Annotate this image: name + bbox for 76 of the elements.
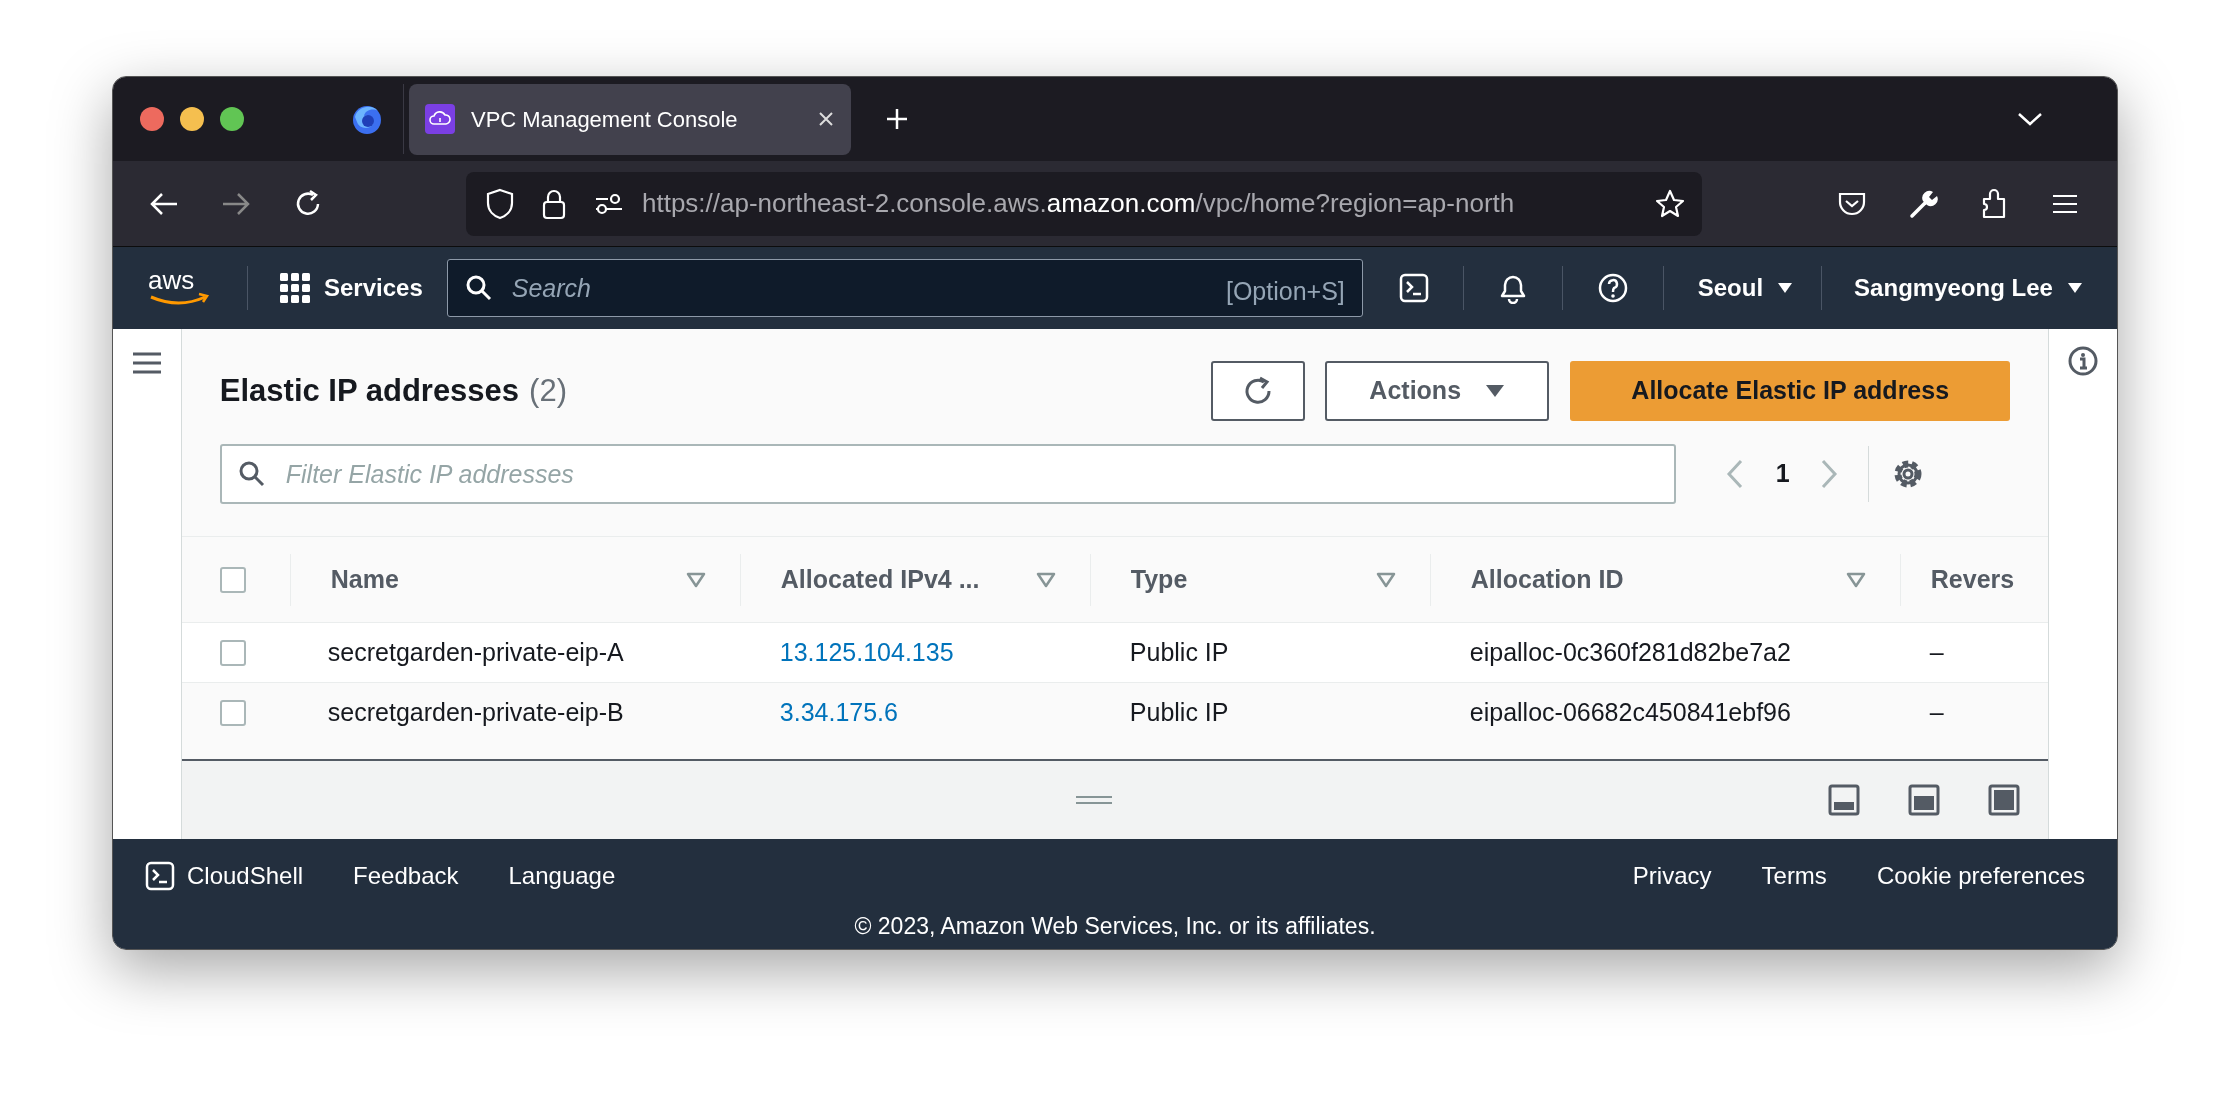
column-header[interactable]: Revers <box>1930 560 2015 599</box>
allocation-id: eipalloc-0c360f281d82be7a2 <box>1469 637 1791 666</box>
permissions-icon[interactable] <box>594 192 624 215</box>
maximize-window-button[interactable] <box>220 107 244 131</box>
cloud-icon <box>425 104 455 134</box>
info-icon[interactable] <box>2067 345 2100 377</box>
row-name: secretgarden-private-eip-B <box>327 697 624 726</box>
panel-full-icon[interactable] <box>1988 784 2021 816</box>
search-icon <box>237 460 266 488</box>
chevron-down-icon[interactable] <box>2017 111 2043 127</box>
browser-tab[interactable]: VPC Management Console <box>409 83 851 155</box>
forward-icon[interactable] <box>221 190 251 217</box>
row-name: secretgarden-private-eip-A <box>327 637 624 666</box>
actions-button[interactable]: Actions <box>1325 361 1550 421</box>
page-title: Elastic IP addresses <box>219 371 520 410</box>
column-header[interactable]: Type <box>1130 560 1376 599</box>
region-menu[interactable]: Seoul <box>1697 270 1794 306</box>
allocation-id: eipalloc-06682c450841ebf96 <box>1469 697 1791 726</box>
footer-link[interactable]: Language <box>508 858 616 894</box>
search-icon <box>464 274 493 302</box>
close-icon[interactable] <box>817 110 835 128</box>
lock-icon[interactable] <box>542 187 566 220</box>
terminal-icon[interactable] <box>145 861 175 891</box>
row-type: Public IP <box>1129 697 1229 726</box>
caret-icon <box>2066 282 2083 294</box>
account-menu[interactable]: Sangmyeong Lee <box>1854 270 2083 306</box>
footer-link[interactable]: Privacy <box>1632 858 1712 894</box>
row-reverse-dns: – <box>1929 697 1944 726</box>
sort-icon[interactable] <box>1375 571 1396 588</box>
services-menu[interactable]: Services <box>280 270 423 306</box>
shield-icon[interactable] <box>486 187 514 220</box>
column-header[interactable]: Name <box>330 560 686 599</box>
footer-link[interactable]: Feedback <box>353 858 459 894</box>
allocate-button[interactable]: Allocate Elastic IP address <box>1570 361 2011 421</box>
caret-icon <box>1777 282 1794 294</box>
checkbox[interactable] <box>219 639 246 666</box>
item-count: (2) <box>529 371 567 410</box>
footer-link[interactable]: Cookie preferences <box>1876 858 2085 894</box>
address-bar[interactable]: https://ap-northeast-2.console.aws.amazon.com/vpc/home?region=ap-north <box>466 171 1702 236</box>
table-row[interactable]: secretgarden-private-eip-A 13.125.104.135 Public IP eipalloc-0c360f281d82be7a2 – <box>181 622 2049 682</box>
column-header[interactable]: Allocation ID <box>1470 560 1846 599</box>
checkbox[interactable] <box>219 699 246 726</box>
keyboard-shortcut: [Option+S] <box>1225 276 1345 307</box>
page-number[interactable]: 1 <box>1775 455 1790 493</box>
checkbox[interactable] <box>219 566 246 593</box>
menu-icon[interactable] <box>2051 192 2079 215</box>
panel-side-icon[interactable] <box>1908 784 1941 816</box>
row-type: Public IP <box>1129 637 1229 666</box>
row-reverse-dns: – <box>1929 637 1944 666</box>
footer-link[interactable]: Terms <box>1761 858 1827 894</box>
sort-icon[interactable] <box>1845 571 1866 588</box>
ip-address-link[interactable]: 3.34.175.6 <box>779 697 898 726</box>
footer-link[interactable]: CloudShell <box>187 858 304 894</box>
help-icon[interactable] <box>1596 272 1629 304</box>
grid-icon <box>280 273 310 303</box>
column-header[interactable]: Allocated IPv4 ... <box>780 560 1036 599</box>
drag-handle-icon[interactable] <box>1076 795 1112 805</box>
sort-icon[interactable] <box>1035 571 1056 588</box>
copyright-text: © 2023, Amazon Web Services, Inc. or its affiliates. <box>854 912 1376 941</box>
panel-bottom-icon[interactable] <box>1828 784 1861 816</box>
refresh-button[interactable] <box>1211 361 1306 421</box>
aws-logo[interactable]: aws <box>147 267 213 309</box>
minimize-window-button[interactable] <box>180 107 204 131</box>
back-icon[interactable] <box>149 190 179 217</box>
sort-icon[interactable] <box>685 571 706 588</box>
browser-logo-icon[interactable] <box>351 103 383 135</box>
menu-icon[interactable] <box>131 351 162 375</box>
terminal-icon[interactable] <box>1398 273 1429 303</box>
caret-icon <box>1485 384 1506 398</box>
ip-address-link[interactable]: 13.125.104.135 <box>779 637 954 666</box>
star-icon[interactable] <box>1654 187 1686 220</box>
tab-title: VPC Management Console <box>471 105 739 134</box>
wrench-icon[interactable] <box>1909 188 1939 219</box>
new-tab-icon[interactable] <box>885 107 909 131</box>
close-window-button[interactable] <box>140 107 164 131</box>
filter-field[interactable]: Filter Elastic IP addresses <box>219 444 1676 504</box>
